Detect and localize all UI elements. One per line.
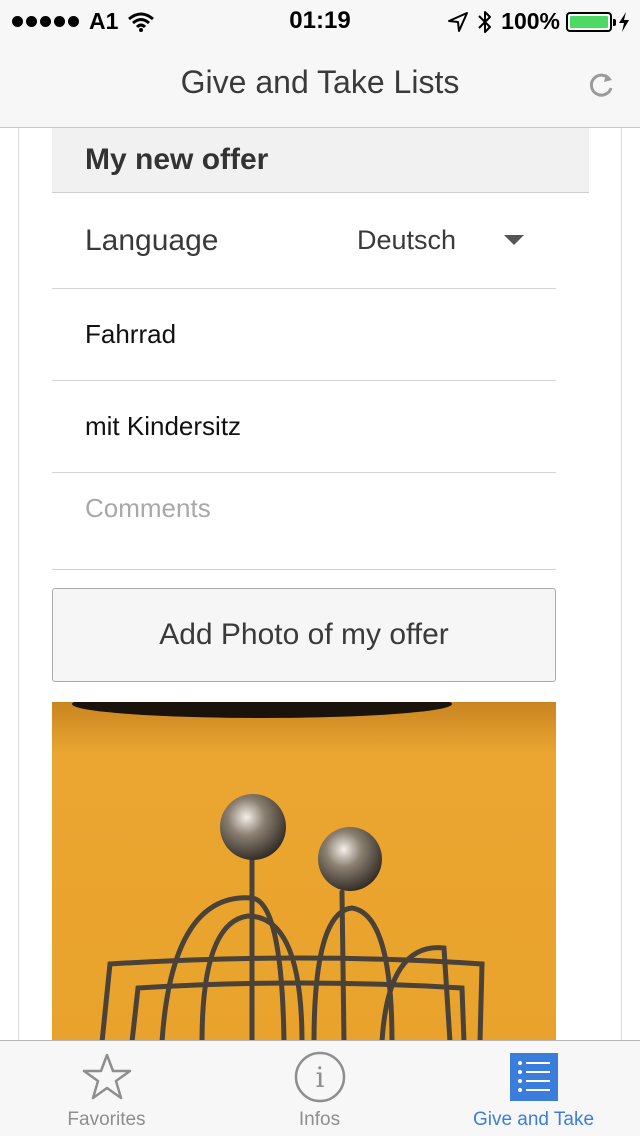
battery-percentage: 100% — [501, 8, 560, 34]
main-content[interactable]: My new offer Language Deutsch Fahrrad mi… — [18, 128, 622, 1040]
tab-infos[interactable]: i Infos — [213, 1041, 426, 1136]
comments-field[interactable]: Comments — [52, 473, 556, 570]
tab-infos-label: Infos — [298, 1109, 341, 1130]
page-title: Give and Take Lists — [180, 64, 460, 100]
list-icon — [510, 1053, 558, 1101]
language-select[interactable]: Language Deutsch — [52, 193, 556, 289]
svg-text:i: i — [316, 1061, 325, 1094]
comments-placeholder[interactable]: Comments — [85, 493, 211, 524]
charging-bolt-icon — [619, 11, 629, 32]
bluetooth-icon — [478, 10, 492, 33]
battery-icon — [566, 11, 616, 32]
offer-photo-image — [52, 702, 556, 1040]
offer-form: My new offer Language Deutsch Fahrrad mi… — [52, 128, 589, 1040]
tab-give-and-take-label: Give and Take — [472, 1109, 595, 1130]
language-label: Language — [85, 223, 219, 257]
offer-photo — [52, 702, 556, 1040]
tab-bar: Favorites i Infos Give and Take — [0, 1040, 640, 1136]
add-photo-button[interactable]: Add Photo of my offer — [52, 588, 556, 682]
info-icon: i — [294, 1051, 346, 1103]
refresh-icon[interactable] — [584, 68, 618, 102]
offer-title-value[interactable]: Fahrrad — [85, 319, 176, 350]
language-value[interactable]: Deutsch — [357, 225, 456, 256]
star-icon — [82, 1053, 132, 1100]
tab-give-and-take[interactable]: Give and Take — [427, 1041, 640, 1136]
status-right: 100% — [447, 8, 630, 35]
tab-favorites-label: Favorites — [67, 1109, 146, 1130]
location-arrow-icon — [448, 11, 469, 32]
chevron-down-icon[interactable] — [504, 235, 524, 245]
offer-title-field[interactable]: Fahrrad — [52, 289, 556, 381]
offer-description-field[interactable]: mit Kindersitz — [52, 381, 556, 473]
navigation-bar: Give and Take Lists — [0, 40, 640, 128]
offer-description-value[interactable]: mit Kindersitz — [85, 411, 241, 442]
status-bar: A1 01:19 100% — [0, 0, 640, 40]
tab-favorites[interactable]: Favorites — [0, 1041, 213, 1136]
battery-fill — [570, 15, 608, 28]
offer-form-header: My new offer — [52, 128, 589, 193]
